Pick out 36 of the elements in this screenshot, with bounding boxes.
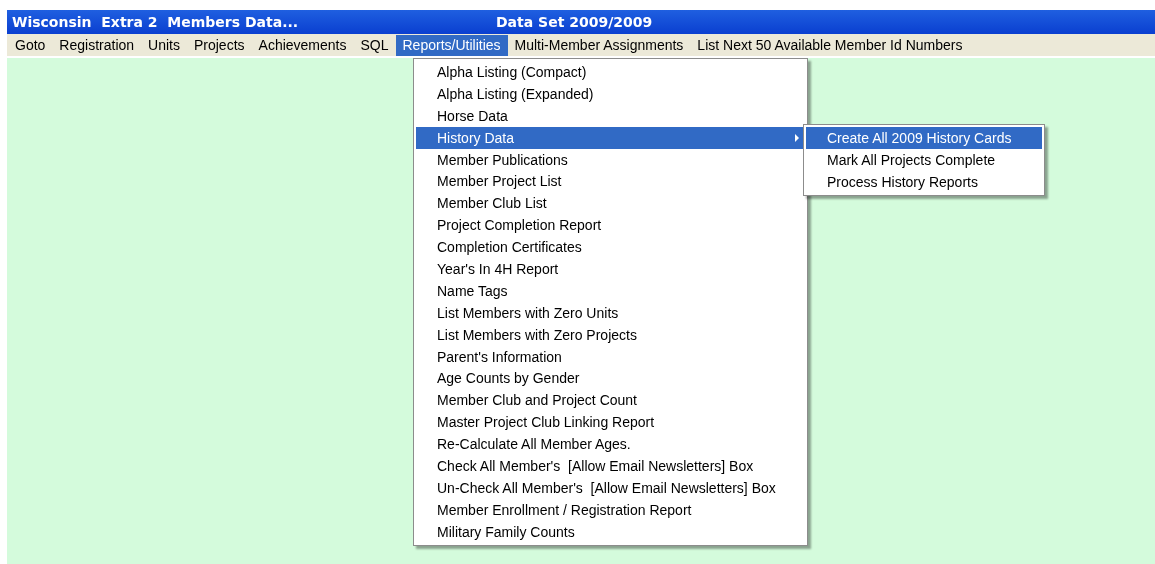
menu-item[interactable]: List Next 50 Available Member Id Numbers [690, 34, 970, 56]
menu-item[interactable]: Registration [52, 34, 142, 56]
menu-entry[interactable]: Alpha Listing (Compact) [416, 61, 805, 83]
menu-entry[interactable]: Parent's Information [416, 345, 805, 368]
menu-entry[interactable]: History Data [416, 126, 805, 149]
menu-entry[interactable]: Alpha Listing (Expanded) [416, 82, 805, 105]
menu-entry[interactable]: List Members with Zero Projects [416, 323, 805, 346]
menu-entry[interactable]: Process History Reports [806, 171, 1042, 193]
menu-entry[interactable]: Member Club and Project Count [416, 389, 805, 412]
menu-entry[interactable]: Member Enrollment / Registration Report [416, 498, 805, 521]
window-subtitle: Data Set 2009/2009 [496, 14, 653, 30]
menu-item[interactable]: Reports/Utilities [395, 34, 508, 56]
menu-entry[interactable]: List Members with Zero Units [416, 301, 805, 324]
menu-entry[interactable]: Name Tags [416, 279, 805, 302]
menu-entry[interactable]: Un-Check All Member's [Allow Email Newsletters] Box [416, 476, 805, 499]
menu-entry[interactable]: Member Club List [416, 192, 805, 215]
menu-item[interactable]: Projects [186, 34, 252, 56]
menu-item[interactable]: Achievements [251, 34, 354, 56]
menu-entry[interactable]: Mark All Projects Complete [806, 149, 1042, 171]
menu-entry[interactable]: Completion Certificates [416, 236, 805, 258]
menu-entry[interactable]: Member Project List [416, 170, 805, 193]
menu-item[interactable]: SQL [353, 34, 396, 56]
menu-item[interactable]: Goto [8, 34, 53, 56]
menu-entry[interactable]: Member Publications [416, 148, 805, 171]
menu-item[interactable]: Units [141, 34, 187, 56]
menu-entry[interactable]: Age Counts by Gender [416, 367, 805, 390]
menu-item[interactable]: Multi-Member Assignments [507, 34, 691, 56]
window-title: Wisconsin Extra 2 Members Data... [12, 14, 300, 30]
menu-entry[interactable]: Create All 2009 History Cards [806, 127, 1042, 149]
menu-entry[interactable]: Re-Calculate All Member Ages. [416, 433, 805, 456]
menu-entry[interactable]: Horse Data [416, 104, 805, 127]
menu-entry[interactable]: Military Family Counts [416, 520, 805, 543]
menu-entry[interactable]: Year's In 4H Report [416, 258, 805, 280]
menu-entry[interactable]: Project Completion Report [416, 214, 805, 237]
menu-entry[interactable]: Check All Member's [Allow Email Newsletters] Box [416, 455, 805, 477]
menu-entry[interactable]: Master Project Club Linking Report [416, 411, 805, 434]
